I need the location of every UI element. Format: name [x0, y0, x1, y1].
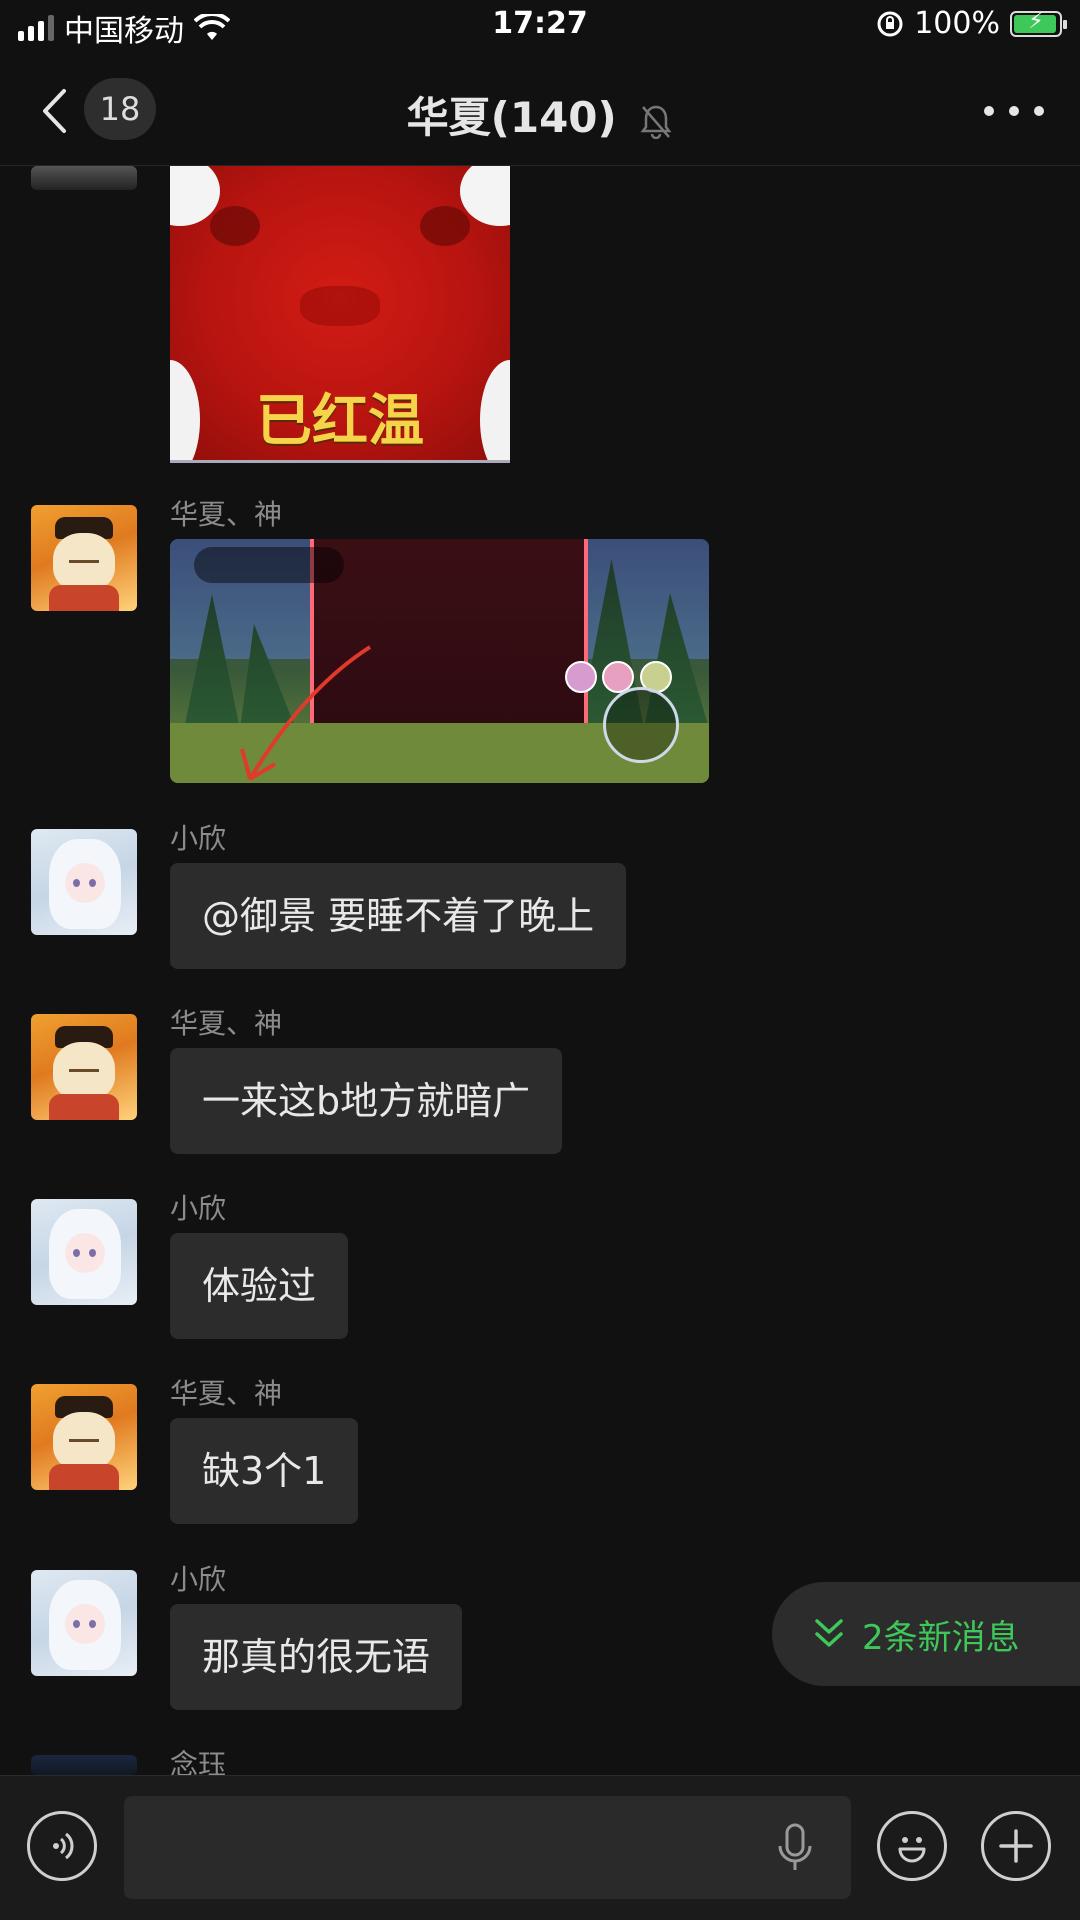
avatar[interactable]	[31, 166, 137, 190]
emoji-button[interactable]	[877, 1811, 947, 1881]
avatar[interactable]	[31, 1570, 137, 1676]
status-bar: 中国移动 17:27 100% ⚡	[0, 0, 1080, 56]
message-bubble[interactable]: @御景 要睡不着了晚上	[170, 863, 627, 969]
battery-icon: ⚡	[1010, 9, 1067, 37]
mute-bell-icon	[640, 105, 672, 139]
avatar[interactable]	[31, 829, 137, 935]
message-bubble[interactable]: 一来这b地方就暗广	[170, 1048, 563, 1154]
battery-percent: 100%	[914, 6, 1000, 41]
message-input[interactable]	[124, 1796, 851, 1899]
sticker-image[interactable]: 已红温	[170, 166, 510, 463]
chat-title: 华夏(140)	[406, 93, 617, 142]
voice-toggle-button[interactable]	[27, 1811, 97, 1881]
new-messages-button[interactable]: 2条新消息	[772, 1582, 1080, 1686]
chat-title-wrap[interactable]: 华夏(140)	[0, 84, 1080, 145]
game-screenshot-image[interactable]	[170, 539, 709, 783]
sender-name: 华夏、神	[170, 1007, 283, 1040]
sticker-caption: 已红温	[256, 389, 424, 454]
sender-name: 华夏、神	[170, 498, 283, 531]
sender-name: 小欣	[170, 822, 227, 855]
plus-button[interactable]	[981, 1811, 1051, 1881]
sender-name: 小欣	[170, 1563, 227, 1596]
avatar[interactable]	[31, 1014, 137, 1120]
mic-icon[interactable]	[775, 1822, 815, 1874]
more-icon	[984, 106, 994, 116]
more-button[interactable]	[984, 86, 1044, 136]
avatar[interactable]	[31, 1755, 137, 1775]
sender-name: 小欣	[170, 1192, 227, 1225]
nav-bar: 18 华夏(140)	[0, 56, 1080, 166]
sender-name: 念珏	[170, 1748, 227, 1775]
message-bubble[interactable]: 缺3个1	[170, 1418, 359, 1524]
emoji-icon	[898, 1837, 926, 1863]
message-bubble[interactable]: 体验过	[170, 1233, 349, 1339]
sender-name: 华夏、神	[170, 1377, 283, 1410]
voice-icon	[53, 1832, 74, 1860]
avatar[interactable]	[31, 1199, 137, 1305]
orientation-lock-icon	[877, 11, 903, 36]
message-bubble[interactable]: 那真的很无语	[170, 1604, 463, 1710]
new-messages-label: 2条新消息	[862, 1617, 1020, 1658]
double-chevron-down-icon	[815, 1619, 843, 1647]
input-bar	[0, 1775, 1080, 1920]
avatar[interactable]	[31, 505, 137, 611]
plus-icon	[999, 1829, 1033, 1863]
status-right: 100% ⚡	[876, 6, 1067, 41]
avatar[interactable]	[31, 1384, 137, 1490]
